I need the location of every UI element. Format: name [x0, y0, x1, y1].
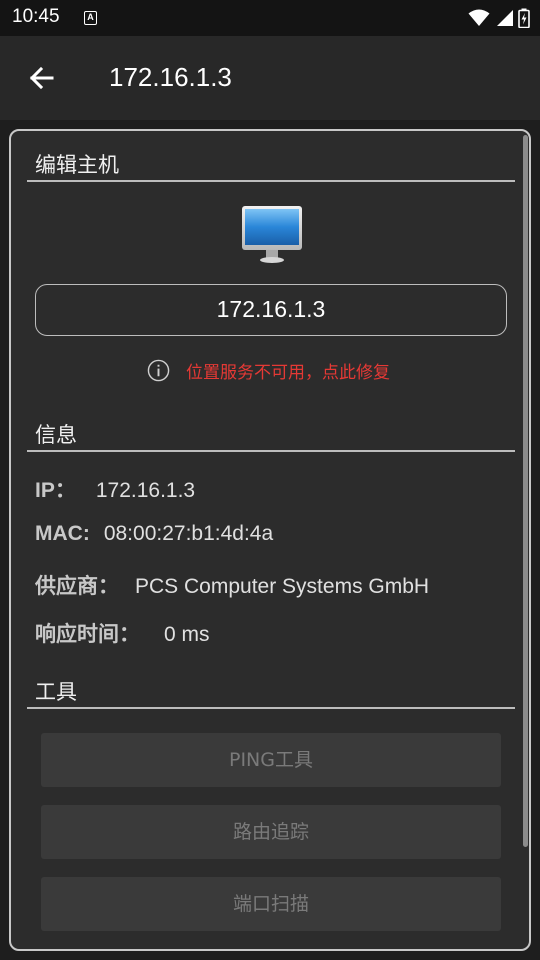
ping-tool-button[interactable]: PING工具	[41, 733, 501, 787]
monitor-icon	[242, 206, 302, 263]
back-button[interactable]	[24, 60, 60, 96]
ip-label: IP：	[35, 479, 76, 502]
vendor-label: 供应商：	[35, 575, 119, 598]
notification-a-icon: A	[84, 11, 97, 25]
info-heading: 信息	[35, 423, 77, 447]
ip-value: 172.16.1.3	[95, 479, 196, 502]
tools-heading: 工具	[35, 680, 77, 704]
mac-label: MAC:	[35, 522, 90, 545]
response-time-value: 0 ms	[164, 623, 210, 646]
status-bar: 10:45 A	[0, 0, 540, 36]
ip-row: IP： 172.16.1.3	[35, 474, 195, 504]
port-scan-button[interactable]: 端口扫描	[41, 877, 501, 931]
edit-host-heading: 编辑主机	[35, 153, 119, 177]
wifi-icon	[468, 9, 490, 26]
host-card: 编辑主机 172.16.1.3 位置服务不可用，点此修复 信息 IP： 172.…	[9, 129, 531, 951]
info-icon	[147, 359, 170, 381]
scrollbar[interactable]	[523, 135, 528, 847]
app-toolbar: 172.16.1.3	[0, 36, 540, 120]
signal-icon	[497, 10, 513, 26]
location-warning[interactable]: 位置服务不可用，点此修复	[147, 358, 390, 383]
mac-value: 08:00:27:b1:4d:4a	[103, 522, 274, 545]
vendor-row: 供应商： PCS Computer Systems GmbH	[35, 570, 429, 600]
vendor-value: PCS Computer Systems GmbH	[135, 575, 430, 598]
section-divider	[27, 180, 515, 182]
traceroute-button[interactable]: 路由追踪	[41, 805, 501, 859]
response-time-label: 响应时间：	[35, 623, 140, 646]
section-divider	[27, 450, 515, 452]
mac-row: MAC: 08:00:27:b1:4d:4a	[35, 522, 273, 546]
warning-text: 位置服务不可用，点此修复	[186, 362, 390, 383]
arrow-left-icon	[29, 66, 54, 90]
page-title: 172.16.1.3	[109, 62, 232, 92]
status-icons	[468, 8, 530, 28]
battery-icon	[518, 8, 530, 28]
response-time-row: 响应时间： 0 ms	[35, 618, 210, 648]
status-time: 10:45	[12, 6, 60, 27]
host-input[interactable]: 172.16.1.3	[35, 284, 507, 336]
section-divider	[27, 707, 515, 709]
